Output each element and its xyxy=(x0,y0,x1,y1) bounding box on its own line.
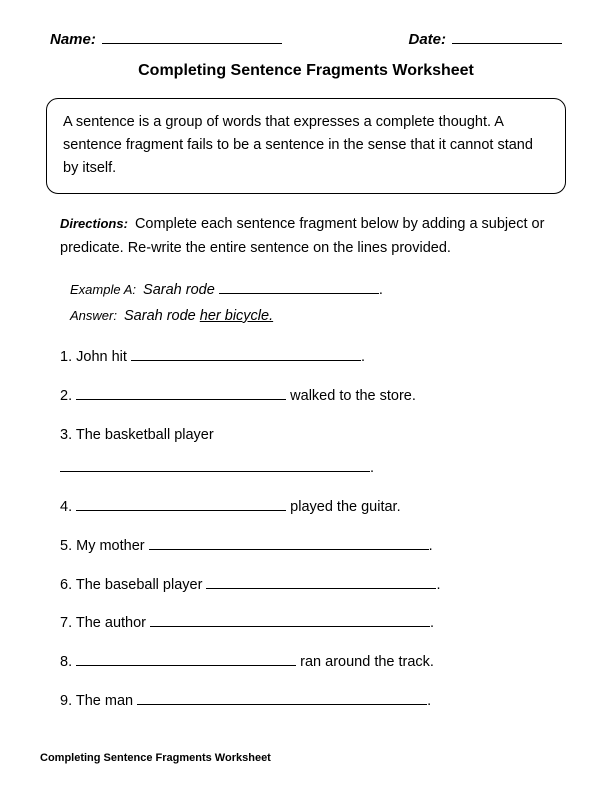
q5-before: My mother xyxy=(76,538,149,554)
question-1: 1. John hit . xyxy=(60,347,562,369)
date-field: Date: xyxy=(408,30,562,48)
name-field: Name: xyxy=(50,30,282,48)
example-a-label: Example A: xyxy=(70,282,136,297)
q1-blank[interactable] xyxy=(131,349,361,361)
worksheet-title: Completing Sentence Fragments Worksheet xyxy=(40,62,572,80)
q9-blank[interactable] xyxy=(137,693,427,705)
question-3: 3. The basketball player . xyxy=(60,425,562,481)
q3-num: 3. xyxy=(60,427,72,443)
q2-blank[interactable] xyxy=(76,388,286,400)
q9-after: . xyxy=(427,693,431,709)
question-5: 5. My mother . xyxy=(60,536,562,558)
q7-before: The author xyxy=(76,615,150,631)
answer-label: Answer: xyxy=(70,308,117,323)
question-4: 4. played the guitar. xyxy=(60,497,562,519)
example-blank[interactable] xyxy=(219,282,379,294)
header-row: Name: Date: xyxy=(40,30,572,48)
date-label: Date: xyxy=(408,31,446,48)
q7-blank[interactable] xyxy=(150,615,430,627)
q8-after: ran around the track. xyxy=(296,654,434,670)
q2-num: 2. xyxy=(60,388,72,404)
directions-block: Directions: Complete each sentence fragm… xyxy=(60,212,562,261)
q1-after: . xyxy=(361,349,365,365)
name-blank[interactable] xyxy=(102,30,282,44)
q9-before: The man xyxy=(76,693,137,709)
q3-before: The basketball player xyxy=(76,427,214,443)
q4-blank[interactable] xyxy=(76,499,286,511)
q5-blank[interactable] xyxy=(149,538,429,550)
directions-text: Complete each sentence fragment below by… xyxy=(60,216,544,257)
date-blank[interactable] xyxy=(452,30,562,44)
answer-prefix: Sarah rode xyxy=(124,308,196,324)
definition-box: A sentence is a group of words that expr… xyxy=(46,98,566,194)
question-9: 9. The man . xyxy=(60,691,562,713)
q1-before: John hit xyxy=(76,349,127,365)
q7-after: . xyxy=(430,615,434,631)
example-line: Example A: Sarah rode . xyxy=(70,277,562,303)
q5-after: . xyxy=(429,538,433,554)
q7-num: 7. xyxy=(60,615,72,631)
name-label: Name: xyxy=(50,31,96,48)
q6-blank[interactable] xyxy=(206,577,436,589)
q9-num: 9. xyxy=(60,693,72,709)
q5-num: 5. xyxy=(60,538,72,554)
q4-num: 4. xyxy=(60,499,72,515)
footer-title: Completing Sentence Fragments Worksheet xyxy=(40,752,271,764)
q8-num: 8. xyxy=(60,654,72,670)
question-7: 7. The author . xyxy=(60,613,562,635)
directions-label: Directions: xyxy=(60,216,128,231)
question-6: 6. The baseball player . xyxy=(60,575,562,597)
q8-blank[interactable] xyxy=(76,654,296,666)
example-period: . xyxy=(379,282,383,298)
q4-after: played the guitar. xyxy=(286,499,400,515)
question-8: 8. ran around the track. xyxy=(60,652,562,674)
answer-line: Answer: Sarah rode her bicycle. xyxy=(70,303,562,329)
q2-after: walked to the store. xyxy=(286,388,416,404)
example-block: Example A: Sarah rode . Answer: Sarah ro… xyxy=(70,277,562,329)
q6-before: The baseball player xyxy=(76,577,207,593)
q6-num: 6. xyxy=(60,577,72,593)
question-2: 2. walked to the store. xyxy=(60,386,562,408)
answer-underlined: her bicycle. xyxy=(200,308,273,324)
questions-list: 1. John hit . 2. walked to the store. 3.… xyxy=(60,347,562,713)
q1-num: 1. xyxy=(60,349,72,365)
example-a-text: Sarah rode xyxy=(143,282,215,298)
q6-after: . xyxy=(436,577,440,593)
q3-period: . xyxy=(370,460,374,476)
q3-blank[interactable] xyxy=(60,460,370,472)
